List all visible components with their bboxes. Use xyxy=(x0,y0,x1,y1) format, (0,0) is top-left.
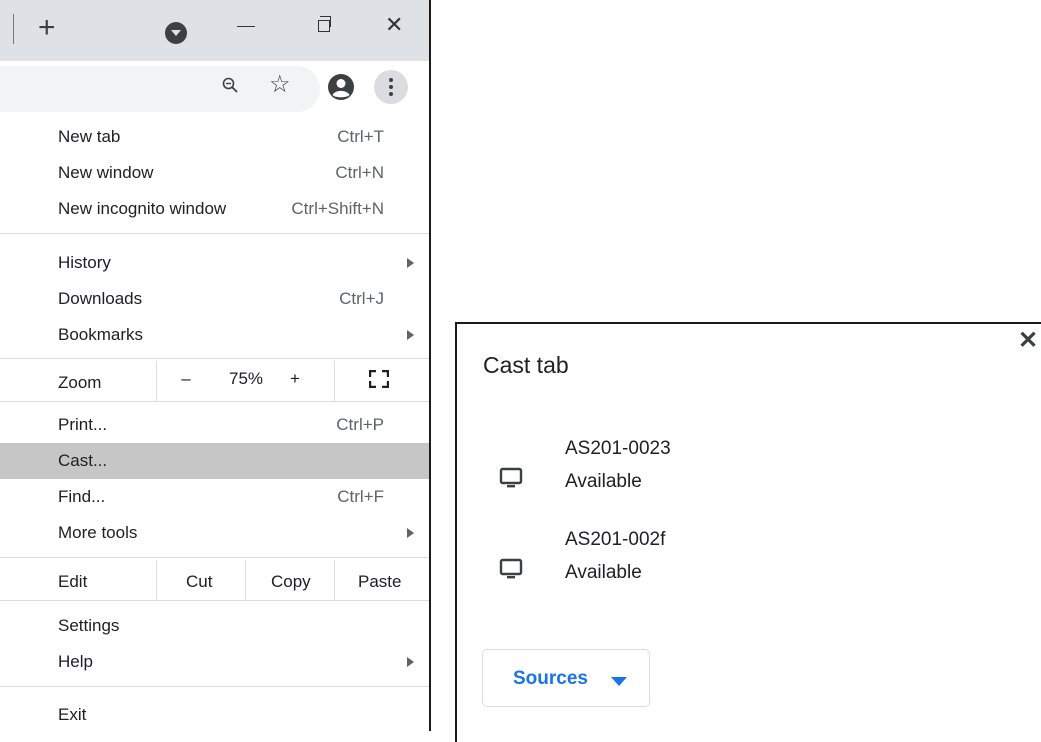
cast-dialog-title: Cast tab xyxy=(483,352,569,378)
tab-strip: + ✕ xyxy=(0,0,429,61)
menu-divider xyxy=(0,600,429,601)
menu-item-label: Settings xyxy=(58,616,120,635)
menu-item-shortcut: Ctrl+T xyxy=(337,127,384,146)
menu-item-label: Help xyxy=(58,652,93,671)
menu-item-bookmarks[interactable]: Bookmarks xyxy=(0,317,429,353)
browser-toolbar: ☆ xyxy=(0,61,429,114)
menu-item-print[interactable]: Print... Ctrl+P xyxy=(0,407,429,443)
menu-item-label: Print... xyxy=(58,415,108,434)
cast-device-item[interactable]: AS201-002f Available xyxy=(457,529,1017,609)
edit-label: Edit xyxy=(58,572,88,591)
menu-item-new-tab[interactable]: New tab Ctrl+T xyxy=(0,119,429,155)
menu-item-label: New window xyxy=(58,163,154,182)
sources-dropdown-button[interactable]: Sources xyxy=(482,649,650,707)
menu-item-label: Exit xyxy=(58,705,87,724)
menu-kebab-icon[interactable] xyxy=(374,70,408,104)
submenu-arrow-icon xyxy=(407,258,414,268)
tab-search-icon[interactable] xyxy=(165,22,187,44)
menu-item-label: More tools xyxy=(58,523,138,542)
menu-item-label: Cast... xyxy=(58,451,108,470)
menu-item-find[interactable]: Find... Ctrl+F xyxy=(0,479,429,515)
submenu-arrow-icon xyxy=(407,657,414,667)
new-tab-plus-icon[interactable]: + xyxy=(38,13,56,43)
cast-device-item[interactable]: AS201-0023 Available xyxy=(457,438,1017,518)
menu-item-label: New tab xyxy=(58,127,121,146)
menu-item-cast[interactable]: Cast... xyxy=(0,443,429,479)
zoom-divider xyxy=(334,361,335,401)
submenu-arrow-icon xyxy=(407,330,414,340)
menu-row-zoom: Zoom – 75% + xyxy=(0,361,429,401)
restore-icon[interactable] xyxy=(318,16,331,32)
cut-button[interactable]: Cut xyxy=(186,572,212,592)
menu-item-label: Downloads xyxy=(58,289,143,308)
copy-button[interactable]: Copy xyxy=(271,572,311,592)
menu-item-settings[interactable]: Settings xyxy=(0,608,429,644)
menu-divider xyxy=(0,557,429,558)
menu-item-shortcut: Ctrl+N xyxy=(335,163,384,182)
menu-item-label: New incognito window xyxy=(58,199,227,218)
chrome-menu-panel: g y + ✕ ☆ New tab Ctrl+T New wind xyxy=(0,0,431,731)
zoom-label: Zoom xyxy=(58,373,102,392)
menu-item-label: History xyxy=(58,253,111,272)
tab-separator xyxy=(13,14,14,44)
bookmark-star-icon[interactable]: ☆ xyxy=(269,72,291,98)
menu-row-edit: Edit Cut Copy Paste xyxy=(0,560,429,600)
menu-divider xyxy=(0,233,429,234)
menu-item-shortcut: Ctrl+P xyxy=(336,415,384,434)
edit-divider xyxy=(156,560,157,600)
menu-item-history[interactable]: History xyxy=(0,245,429,281)
device-name: AS201-002f xyxy=(565,529,666,550)
edit-divider xyxy=(334,560,335,600)
menu-divider xyxy=(0,401,429,402)
menu-item-new-window[interactable]: New window Ctrl+N xyxy=(0,155,429,191)
caret-down-icon xyxy=(611,677,627,686)
zoom-out-button[interactable]: – xyxy=(176,369,196,389)
menu-item-help[interactable]: Help xyxy=(0,644,429,680)
monitor-icon xyxy=(499,467,523,488)
edit-divider xyxy=(245,560,246,600)
zoom-in-button[interactable]: + xyxy=(290,369,300,389)
minimize-icon[interactable] xyxy=(237,26,255,27)
menu-item-more-tools[interactable]: More tools xyxy=(0,515,429,551)
sources-label: Sources xyxy=(513,668,588,689)
cast-dialog: Cast tab ✕ AS201-0023 Available AS201-00… xyxy=(455,322,1041,742)
menu-item-label: Find... xyxy=(58,487,106,506)
menu-divider xyxy=(0,358,429,359)
menu-item-downloads[interactable]: Downloads Ctrl+J xyxy=(0,281,429,317)
zoom-divider xyxy=(156,361,157,401)
close-icon[interactable]: ✕ xyxy=(385,10,403,40)
fullscreen-icon[interactable] xyxy=(369,370,389,388)
menu-item-shortcut: Ctrl+J xyxy=(339,289,384,308)
menu-item-label: Bookmarks xyxy=(58,325,144,344)
profile-icon[interactable] xyxy=(327,73,355,101)
device-status: Available xyxy=(565,562,642,583)
device-status: Available xyxy=(565,471,642,492)
menu-item-exit[interactable]: Exit xyxy=(0,697,429,733)
close-icon[interactable]: ✕ xyxy=(1018,326,1038,355)
paste-button[interactable]: Paste xyxy=(358,572,401,592)
menu-divider xyxy=(0,686,429,687)
zoom-level: 75% xyxy=(229,369,264,388)
menu-item-new-incognito-window[interactable]: New incognito window Ctrl+Shift+N xyxy=(0,191,429,227)
device-name: AS201-0023 xyxy=(565,438,671,459)
monitor-icon xyxy=(499,558,523,579)
menu-item-shortcut: Ctrl+Shift+N xyxy=(291,199,384,218)
submenu-arrow-icon xyxy=(407,528,414,538)
menu-item-shortcut: Ctrl+F xyxy=(337,487,384,506)
zoom-icon[interactable] xyxy=(222,77,238,93)
